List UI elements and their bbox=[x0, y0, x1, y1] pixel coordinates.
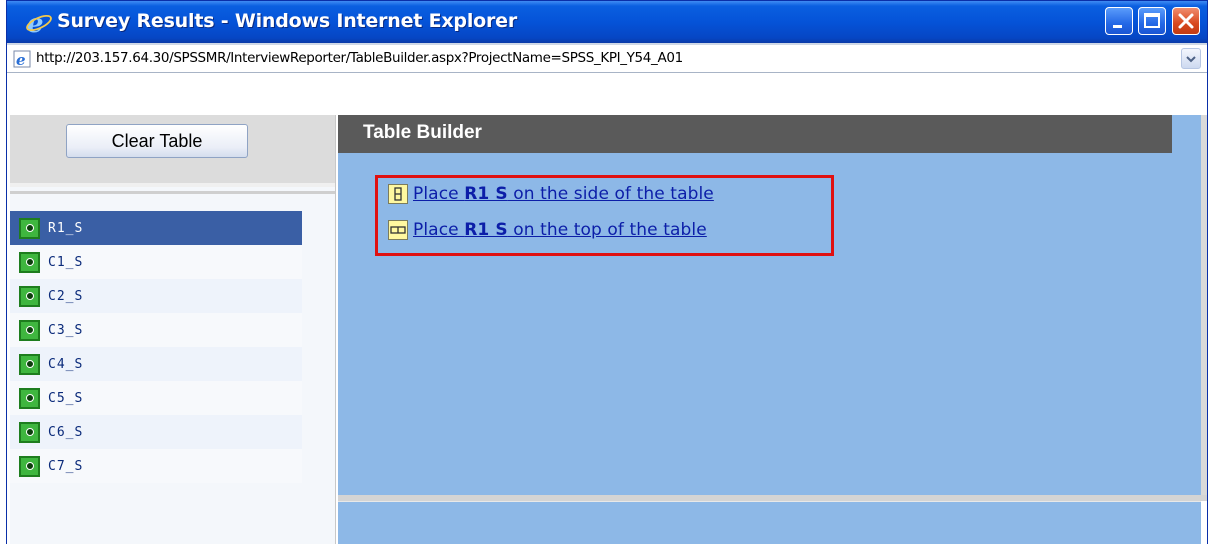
variable-list: R1_S C1_S C2_S C3_S C4_S C5_S C6_S C7_S bbox=[10, 211, 302, 483]
variable-label: C7_S bbox=[48, 458, 84, 474]
variable-label: C2_S bbox=[48, 288, 84, 304]
variable-icon bbox=[19, 455, 40, 477]
variable-item-r1-s[interactable]: R1_S bbox=[10, 211, 302, 245]
close-icon bbox=[1178, 13, 1194, 29]
variable-icon bbox=[19, 285, 40, 307]
ie-page-icon: e bbox=[13, 50, 31, 68]
variable-item-c6-s[interactable]: C6_S bbox=[10, 415, 302, 449]
left-toolbar: Clear Table bbox=[10, 115, 335, 187]
variable-item-c7-s[interactable]: C7_S bbox=[10, 449, 302, 483]
place-top-link[interactable]: Place R1 S on the top of the table bbox=[413, 220, 707, 240]
address-dropdown-button[interactable] bbox=[1181, 48, 1201, 69]
variable-icon bbox=[19, 251, 40, 273]
window-title: Survey Results - Windows Internet Explor… bbox=[57, 10, 518, 32]
variable-label: C1_S bbox=[48, 254, 84, 270]
variable-icon bbox=[19, 217, 40, 239]
variable-item-c1-s[interactable]: C1_S bbox=[10, 245, 302, 279]
variable-label: R1_S bbox=[48, 220, 84, 236]
ie-logo-icon: e bbox=[26, 9, 52, 36]
top-placement-icon bbox=[388, 220, 408, 240]
minimize-icon bbox=[1113, 25, 1122, 28]
variable-icon bbox=[19, 319, 40, 341]
close-button[interactable] bbox=[1172, 7, 1200, 35]
variable-label: C4_S bbox=[48, 356, 84, 372]
chevron-down-icon bbox=[1186, 56, 1196, 63]
variable-icon bbox=[19, 421, 40, 443]
variable-item-c4-s[interactable]: C4_S bbox=[10, 347, 302, 381]
address-url[interactable]: http://203.157.64.30/SPSSMR/InterviewRep… bbox=[36, 50, 683, 66]
panel-divider bbox=[10, 191, 335, 194]
place-side-link[interactable]: Place R1 S on the side of the table bbox=[413, 184, 714, 204]
results-panel bbox=[338, 501, 1201, 544]
minimize-button[interactable] bbox=[1105, 7, 1133, 35]
maximize-icon bbox=[1144, 13, 1160, 28]
title-bar[interactable]: e Survey Results - Windows Internet Expl… bbox=[7, 1, 1207, 43]
side-placement-icon bbox=[388, 184, 408, 204]
address-bar[interactable]: e http://203.157.64.30/SPSSMR/InterviewR… bbox=[7, 43, 1207, 73]
variable-item-c3-s[interactable]: C3_S bbox=[10, 313, 302, 347]
place-side-option[interactable]: Place R1 S on the side of the table bbox=[388, 183, 714, 205]
variable-item-c5-s[interactable]: C5_S bbox=[10, 381, 302, 415]
table-builder-panel: Table Builder Place R1 S on the side of … bbox=[338, 115, 1207, 495]
page-content: Clear Table R1_S C1_S C2_S C3_S C4_S C5_… bbox=[7, 73, 1207, 544]
place-top-option[interactable]: Place R1 S on the top of the table bbox=[388, 219, 707, 241]
variable-label: C6_S bbox=[48, 424, 84, 440]
clear-table-button[interactable]: Clear Table bbox=[66, 124, 248, 158]
variable-icon bbox=[19, 387, 40, 409]
variable-label: C5_S bbox=[48, 390, 84, 406]
variable-item-c2-s[interactable]: C2_S bbox=[10, 279, 302, 313]
svg-text:e: e bbox=[16, 51, 26, 68]
variable-label: C3_S bbox=[48, 322, 84, 338]
maximize-button[interactable] bbox=[1138, 7, 1166, 35]
browser-window: e Survey Results - Windows Internet Expl… bbox=[6, 0, 1208, 544]
table-builder-header: Table Builder bbox=[338, 115, 1172, 153]
variable-icon bbox=[19, 353, 40, 375]
variable-panel: Clear Table R1_S C1_S C2_S C3_S C4_S C5_… bbox=[10, 115, 336, 544]
table-builder-title: Table Builder bbox=[363, 122, 482, 143]
